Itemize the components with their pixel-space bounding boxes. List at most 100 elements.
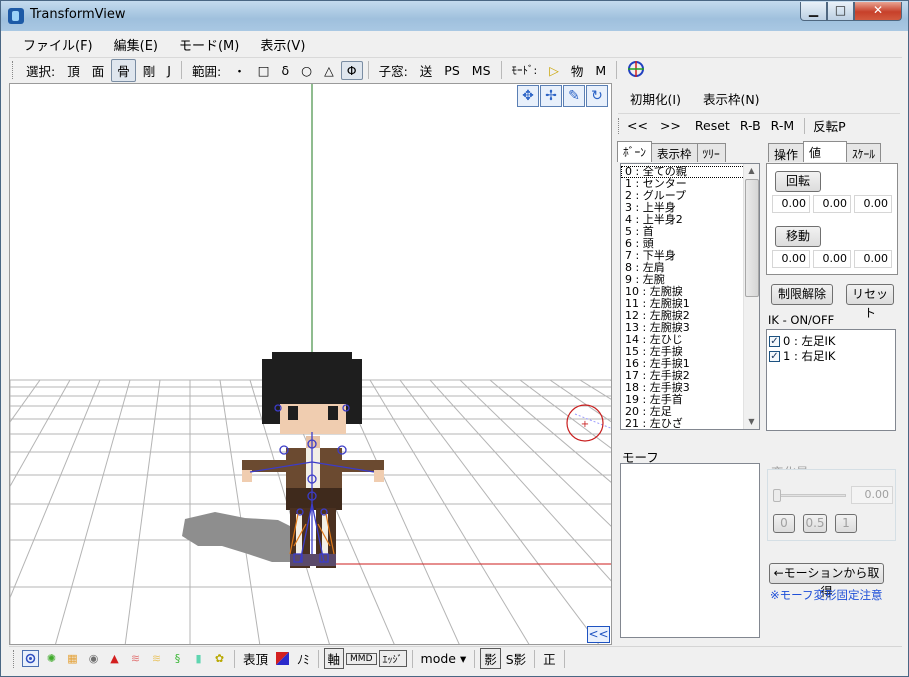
next-button[interactable]: >> <box>660 118 681 133</box>
range-circle-button[interactable]: ○ <box>296 62 317 79</box>
rm-button[interactable]: R-M <box>771 118 794 133</box>
menu-mode[interactable]: モード(M) <box>165 32 246 54</box>
checkbox-checked-icon[interactable]: ✓ <box>769 351 780 362</box>
orthographic-toggle[interactable]: 正 <box>539 649 560 668</box>
m-button[interactable]: M <box>590 62 611 79</box>
self-shadow-toggle[interactable]: S影 <box>502 649 530 668</box>
child-ms-button[interactable]: MS <box>467 62 496 79</box>
texture-icon[interactable]: ▦ <box>64 650 81 667</box>
checkbox-checked-icon[interactable]: ✓ <box>769 336 780 347</box>
status-separator <box>534 649 536 668</box>
tab-operation[interactable]: 操作 <box>768 143 805 162</box>
status-separator <box>411 649 413 668</box>
vertex-view-icon[interactable] <box>22 650 39 667</box>
reset-button[interactable]: リセット <box>846 284 894 320</box>
rotate-y-field[interactable]: 0.00 <box>813 195 851 213</box>
triangle-icon[interactable]: ▲ <box>106 650 123 667</box>
minimize-button[interactable]: ▁ <box>800 2 827 21</box>
move-button[interactable]: 移動 <box>775 226 821 247</box>
child-send-button[interactable]: 送 <box>415 60 438 81</box>
toolbar-grip[interactable] <box>12 61 15 79</box>
child-ps-button[interactable]: PS <box>439 62 464 79</box>
chain-icon[interactable]: § <box>169 650 186 667</box>
select-rigid-button[interactable]: 剛 <box>138 60 161 81</box>
star-icon[interactable]: ✺ <box>43 650 60 667</box>
unlock-limit-button[interactable]: 制限解除 <box>771 284 833 305</box>
scroll-down-icon[interactable]: ▼ <box>744 415 759 429</box>
close-button[interactable]: ✕ <box>854 2 902 21</box>
flip-p-button[interactable]: 反転P <box>813 116 846 135</box>
rb-button[interactable]: R-B <box>740 118 761 133</box>
range-delta-button[interactable]: δ <box>277 62 295 79</box>
collapse-panel-button[interactable]: << <box>587 626 610 643</box>
select-bone-button[interactable]: 骨 <box>111 58 136 82</box>
display-frame-menu[interactable]: 表示枠(N) <box>703 89 760 108</box>
bone-list-scrollbar[interactable]: ▲ ▼ <box>743 164 759 429</box>
scroll-thumb[interactable] <box>745 179 759 297</box>
rotate-z-field[interactable]: 0.00 <box>854 195 892 213</box>
hair-icon[interactable]: ≋ <box>148 650 165 667</box>
physics-button[interactable]: 物 <box>566 60 589 81</box>
pan-view-icon[interactable]: ✢ <box>540 85 562 107</box>
change-slider-track[interactable] <box>774 494 846 497</box>
init-menu[interactable]: 初期化(I) <box>630 89 681 108</box>
wave-icon[interactable]: ≋ <box>127 650 144 667</box>
gear-icon[interactable]: ✿ <box>211 650 228 667</box>
ik-list[interactable]: ✓ 0 : 左足IK ✓ 1 : 右足IK <box>766 329 896 431</box>
gizmo-icon[interactable] <box>622 59 650 82</box>
range-point-button[interactable]: ・ <box>228 60 251 81</box>
change-value-field[interactable]: 0.00 <box>851 486 893 504</box>
fetch-from-motion-button[interactable]: ←モーションから取得 <box>769 563 884 599</box>
select-vertex-button[interactable]: 頂 <box>62 60 85 81</box>
range-triangle-button[interactable]: △ <box>319 62 339 79</box>
reset-nav-button[interactable]: Reset <box>695 118 730 133</box>
menu-edit[interactable]: 編集(E) <box>100 32 165 54</box>
play-button[interactable]: ▷ <box>544 62 564 79</box>
rotate-view-icon[interactable]: ✥ <box>517 85 539 107</box>
prev-button[interactable]: << <box>627 118 648 133</box>
maximize-button[interactable]: □ <box>827 2 854 21</box>
preset-0-button[interactable]: 0 <box>773 514 795 533</box>
reset-view-icon[interactable]: ↻ <box>586 85 608 107</box>
ik-item-left[interactable]: ✓ 0 : 左足IK <box>769 333 893 348</box>
bone-list-item[interactable]: 21 : 左ひざ <box>621 418 759 430</box>
bone-list[interactable]: 0 : 全ての親 1 : センター 2 : グループ 3 : 上半身 4 : 上半身2 5… <box>620 163 760 430</box>
mmd-toggle[interactable]: MMD <box>346 652 377 665</box>
no-toggle[interactable]: ﾉﾐ <box>293 649 314 668</box>
tab-bone[interactable]: ﾎﾞｰﾝ <box>617 141 652 162</box>
morph-list[interactable] <box>620 463 760 638</box>
move-y-field[interactable]: 0.00 <box>813 250 851 268</box>
title-bar[interactable]: TransformView ▁ □ ✕ <box>1 1 908 31</box>
tab-value[interactable]: 値 <box>803 141 848 162</box>
tab-tree[interactable]: ﾂﾘｰ <box>696 143 726 162</box>
move-x-field[interactable]: 0.00 <box>772 250 810 268</box>
shadow-toggle[interactable]: 影 <box>480 648 501 669</box>
range-phi-button[interactable]: Φ <box>340 60 363 80</box>
rotate-button[interactable]: 回転 <box>775 171 821 192</box>
point-icon[interactable]: ◉ <box>85 650 102 667</box>
bar-icon[interactable]: ▮ <box>190 650 207 667</box>
scroll-up-icon[interactable]: ▲ <box>744 164 759 178</box>
rotate-x-field[interactable]: 0.00 <box>772 195 810 213</box>
mode-dropdown[interactable]: mode ▾ <box>417 651 471 666</box>
ik-item-right[interactable]: ✓ 1 : 右足IK <box>769 348 893 363</box>
side-panel: 初期化(I) 表示枠(N) << >> Reset R-B R-M 反転P ﾎﾞ… <box>614 83 904 645</box>
preset-1-button[interactable]: 1 <box>835 514 857 533</box>
surface-vertex-toggle[interactable]: 表頂 <box>239 649 272 668</box>
tab-scale[interactable]: ｽｹｰﾙ <box>846 143 882 162</box>
change-slider-thumb[interactable] <box>773 489 781 502</box>
menu-file[interactable]: ファイル(F) <box>9 32 100 54</box>
3d-viewport[interactable]: + ✥ ✢ ✎ ↻ << <box>9 83 612 645</box>
select-face-button[interactable]: 面 <box>87 60 110 81</box>
zoom-view-icon[interactable]: ✎ <box>563 85 585 107</box>
tab-display-frame[interactable]: 表示枠 <box>651 143 698 162</box>
edge-toggle[interactable]: ｴｯｼﾞ <box>378 650 407 667</box>
axis-toggle[interactable]: 軸 <box>323 648 345 669</box>
color-swatch-icon[interactable] <box>274 650 291 667</box>
move-z-field[interactable]: 0.00 <box>854 250 892 268</box>
preset-half-button[interactable]: 0.5 <box>803 514 827 533</box>
select-joint-button[interactable]: J <box>162 62 176 79</box>
range-rect-button[interactable]: □ <box>253 62 275 79</box>
menu-view[interactable]: 表示(V) <box>246 32 312 54</box>
toolbar-separator <box>616 61 618 79</box>
